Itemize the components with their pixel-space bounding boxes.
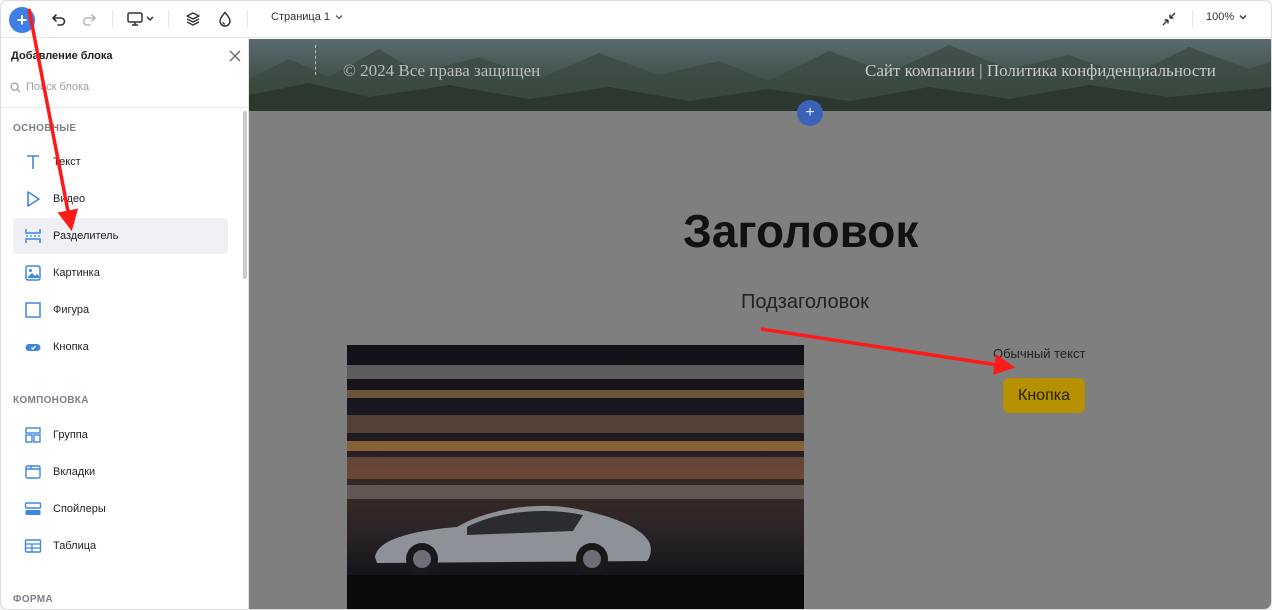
footer-links[interactable]: Сайт компании | Политика конфиденциально… [865,61,1216,81]
add-block-panel: Добавление блока Поиск блока ОСНОВНЫЕ Те… [1,39,249,609]
close-icon[interactable] [228,49,242,63]
block-item-tabs[interactable]: Вкладки [13,454,228,490]
block-item-group[interactable]: Группа [13,417,228,453]
device-select[interactable] [125,9,157,29]
toolbar-divider [112,10,113,28]
editor-window: + Страница 1 100% Добавление блока Поиск… [0,0,1272,610]
undo-icon[interactable] [49,9,69,29]
block-item-label: Таблица [53,540,97,552]
footer-block[interactable]: © 2024 Все права защищен Сайт компании |… [249,39,1271,111]
zoom-level: 100% [1206,11,1235,23]
heading-text[interactable]: Заголовок [683,204,918,258]
top-toolbar: + Страница 1 100% [1,1,1271,38]
block-item-label: Фигура [53,304,90,316]
section-title-basic: ОСНОВНЫЕ [13,123,77,134]
layers-icon[interactable] [183,9,203,29]
tabs-icon [23,462,43,482]
chevron-down-icon [335,15,343,20]
page-name: Страница 1 [271,11,331,23]
selection-guide [315,45,316,75]
add-block-button[interactable]: + [9,7,35,33]
block-item-label: Текст [53,156,81,168]
block-item-label: Видео [53,193,86,205]
block-item-image[interactable]: Картинка [13,255,228,291]
plus-icon: + [805,104,815,121]
car-image [347,365,804,609]
subheading-text[interactable]: Подзаголовок [741,291,869,314]
toolbar-divider [168,10,169,28]
block-item-label: Картинка [53,267,100,279]
collapse-icon[interactable] [1159,9,1179,29]
color-drop-icon[interactable] [215,9,235,29]
block-item-table[interactable]: Таблица [13,528,228,564]
section-title-form: ФОРМА [13,594,53,605]
text-icon [23,152,43,172]
page-canvas[interactable]: © 2024 Все права защищен Сайт компании |… [249,39,1271,609]
block-item-label: Разделитель [53,230,119,242]
chevron-down-icon [1239,15,1247,20]
group-icon [23,425,43,445]
panel-scrollbar[interactable] [243,111,247,279]
add-section-button[interactable]: + [797,100,823,126]
button-icon [23,337,43,357]
plus-icon: + [16,10,28,30]
block-item-label: Группа [53,429,88,441]
shape-icon [23,300,43,320]
cta-button[interactable]: Кнопка [1003,378,1085,413]
car-photo[interactable] [347,345,804,609]
block-item-label: Кнопка [53,341,89,353]
block-item-button[interactable]: Кнопка [13,329,228,365]
image-icon [23,263,43,283]
block-item-label: Спойлеры [53,503,106,515]
block-item-video[interactable]: Видео [13,181,228,217]
block-item-shape[interactable]: Фигура [13,292,228,328]
panel-title: Добавление блока [11,50,113,62]
toolbar-divider [1192,10,1193,28]
spoilers-icon [23,499,43,519]
zoom-select[interactable]: 100% [1206,11,1248,23]
toolbar-divider [247,10,248,28]
panel-divider [1,107,248,108]
footer-copyright: © 2024 Все права защищен [343,61,541,80]
page-select[interactable]: Страница 1 [271,11,344,23]
search-input[interactable]: Поиск блока [10,81,89,93]
block-item-spoilers[interactable]: Спойлеры [13,491,228,527]
table-icon [23,536,43,556]
block-item-label: Вкладки [53,466,96,478]
block-item-text[interactable]: Текст [13,144,228,180]
divider-icon [23,226,43,246]
video-icon [23,189,43,209]
body-text[interactable]: Обычный текст [993,346,1085,361]
redo-icon[interactable] [79,9,99,29]
search-icon [10,81,21,93]
search-placeholder: Поиск блока [26,81,90,93]
block-item-divider[interactable]: Разделитель [13,218,228,254]
section-title-layout: КОМПОНОВКА [13,395,89,406]
